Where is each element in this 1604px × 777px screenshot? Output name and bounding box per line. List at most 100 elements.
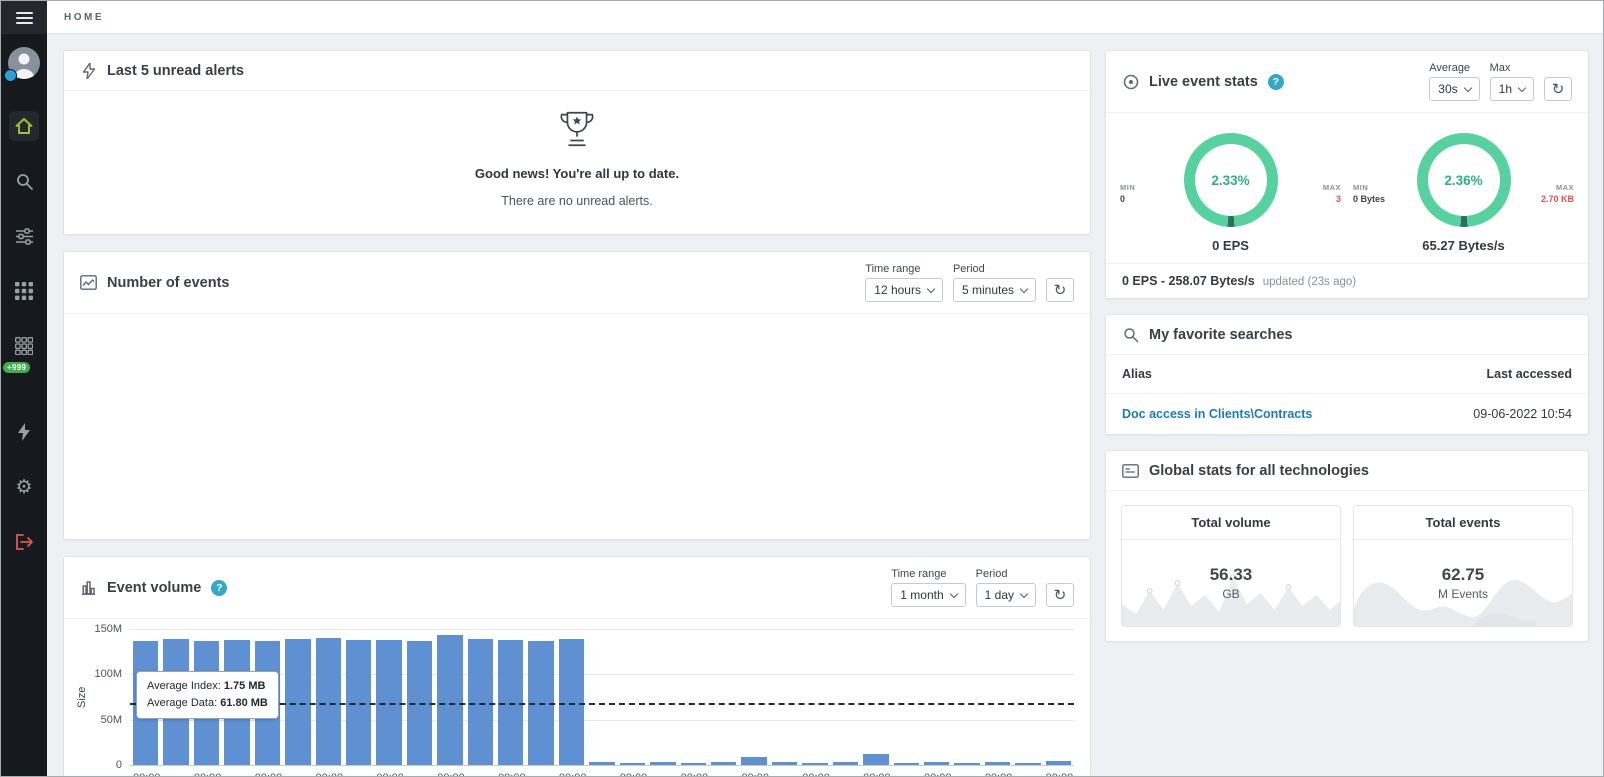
volume-bar[interactable] [863, 754, 888, 765]
x-tick-label [468, 772, 493, 776]
period-select[interactable]: 1 day [976, 583, 1036, 607]
x-tick-label [528, 772, 553, 776]
avatar-status-badge [4, 69, 17, 82]
hamburger-menu-button[interactable] [1, 1, 47, 34]
sidebar-item-filters[interactable] [9, 221, 39, 251]
live-stats-updated: updated (23s ago) [1263, 276, 1356, 288]
chevron-down-icon [949, 589, 957, 597]
sidebar-item-apps[interactable] [9, 276, 39, 306]
volume-bar[interactable] [802, 763, 827, 765]
volume-bar[interactable] [589, 762, 614, 765]
sidebar-item-settings[interactable]: ⚙ [9, 472, 39, 502]
bar-chart-icon [80, 579, 97, 596]
trophy-icon [554, 107, 600, 151]
x-tick-label [772, 772, 797, 776]
grid-icon [15, 282, 33, 300]
min-label: MIN [1353, 183, 1387, 192]
volume-bar[interactable] [833, 762, 858, 765]
donut-value-label: 0 EPS [1212, 238, 1249, 253]
volume-bar[interactable] [559, 639, 584, 765]
max-label: MAX [1556, 183, 1574, 192]
x-tick-label [285, 772, 310, 776]
refresh-button[interactable]: ↻ [1046, 583, 1074, 607]
app-window: +999 ⚙ HOME [0, 0, 1604, 777]
volume-bar[interactable] [924, 762, 949, 765]
help-icon[interactable]: ? [1268, 74, 1284, 90]
panel-title: Total volume [1122, 506, 1340, 540]
x-tick-label: 00:00 [741, 772, 766, 776]
chart-tooltip: Average Index: 1.75 MB Average Data: 61.… [136, 671, 279, 719]
gridline [130, 765, 1074, 766]
table-row: Doc access in Clients\Contracts 09-06-20… [1106, 394, 1588, 434]
notification-count-badge: +999 [3, 362, 30, 373]
volume-bar[interactable] [894, 763, 919, 765]
refresh-button[interactable]: ↻ [1046, 278, 1074, 302]
volume-bar[interactable] [711, 762, 736, 765]
sidebar-nav: +999 ⚙ [9, 111, 39, 557]
total-volume-value: 56.33 [1210, 565, 1253, 585]
volume-bar[interactable] [1015, 763, 1040, 765]
volume-bar[interactable] [468, 639, 493, 765]
refresh-button[interactable]: ↻ [1544, 77, 1572, 101]
events-chart-icon [80, 274, 97, 291]
x-tick-label [650, 772, 675, 776]
last-accessed-value: 09-06-2022 10:54 [1473, 407, 1572, 421]
volume-bar[interactable] [437, 635, 462, 765]
time-range-select[interactable]: 1 month [891, 583, 965, 607]
dashboard-content: Last 5 unread alerts Good news! You're a… [47, 34, 1603, 776]
live-event-stats-card: Live event stats ? Average 30s Max [1105, 50, 1589, 299]
period-label: Period [953, 263, 1036, 275]
volume-bar[interactable] [1046, 761, 1071, 765]
total-events-value: 62.75 [1442, 565, 1485, 585]
chevron-down-icon [1518, 83, 1526, 91]
volume-bar[interactable] [620, 763, 645, 765]
breadcrumb[interactable]: HOME [64, 12, 104, 23]
eps-gauge: MIN 0 2.33% 0 EPS MAX 3 [1114, 133, 1347, 253]
period-select[interactable]: 5 minutes [953, 278, 1036, 302]
x-tick-label [1015, 772, 1040, 776]
favorite-searches-card: My favorite searches Alias Last accessed… [1105, 314, 1589, 435]
search-icon [15, 172, 34, 191]
sidebar-item-logout[interactable] [9, 527, 39, 557]
volume-bar[interactable] [772, 762, 797, 765]
column-header-last-accessed: Last accessed [1487, 367, 1572, 381]
max-interval-select[interactable]: 1h [1490, 77, 1534, 101]
x-tick-label: 00:00 [376, 772, 401, 776]
volume-bar[interactable] [741, 757, 766, 765]
lightning-icon [16, 423, 32, 441]
sidebar-item-home[interactable] [9, 111, 39, 141]
x-tick-label [833, 772, 858, 776]
volume-bar[interactable] [681, 763, 706, 765]
x-tick-label [954, 772, 979, 776]
refresh-icon: ↻ [1054, 281, 1067, 299]
average-interval-select[interactable]: 30s [1429, 77, 1479, 101]
card-title: Global stats for all technologies [1149, 463, 1369, 479]
alerts-icon [80, 62, 97, 79]
user-avatar[interactable] [8, 47, 40, 79]
volume-bar[interactable] [285, 639, 310, 765]
x-tick-label: 00:00 [1046, 772, 1071, 776]
refresh-icon: ↻ [1552, 80, 1565, 98]
x-tick-label [346, 772, 371, 776]
time-range-select[interactable]: 12 hours [865, 278, 943, 302]
chevron-down-icon [1020, 589, 1028, 597]
total-volume-unit: GB [1222, 587, 1239, 601]
min-label: MIN [1120, 183, 1154, 192]
sidebar-item-live-events[interactable] [9, 417, 39, 447]
favorite-search-link[interactable]: Doc access in Clients\Contracts [1122, 407, 1312, 421]
volume-bar[interactable] [954, 763, 979, 765]
card-title: Number of events [107, 275, 229, 291]
x-tick-label [894, 772, 919, 776]
sidebar-item-modules[interactable]: +999 [9, 331, 39, 361]
volume-bar[interactable] [316, 638, 341, 765]
help-icon[interactable]: ? [211, 580, 227, 596]
logout-icon [15, 533, 34, 551]
volume-chart-plot-area: Average Index: 1.75 MB Average Data: 61.… [130, 629, 1074, 765]
volume-bar[interactable] [985, 762, 1010, 765]
sidebar-item-search[interactable] [9, 166, 39, 196]
eps-donut-chart: 2.33% [1184, 133, 1278, 227]
x-tick-label [711, 772, 736, 776]
volume-bar[interactable] [650, 762, 675, 765]
total-events-panel: Total events 62.75 M Events [1353, 505, 1573, 627]
x-tick-label [224, 772, 249, 776]
